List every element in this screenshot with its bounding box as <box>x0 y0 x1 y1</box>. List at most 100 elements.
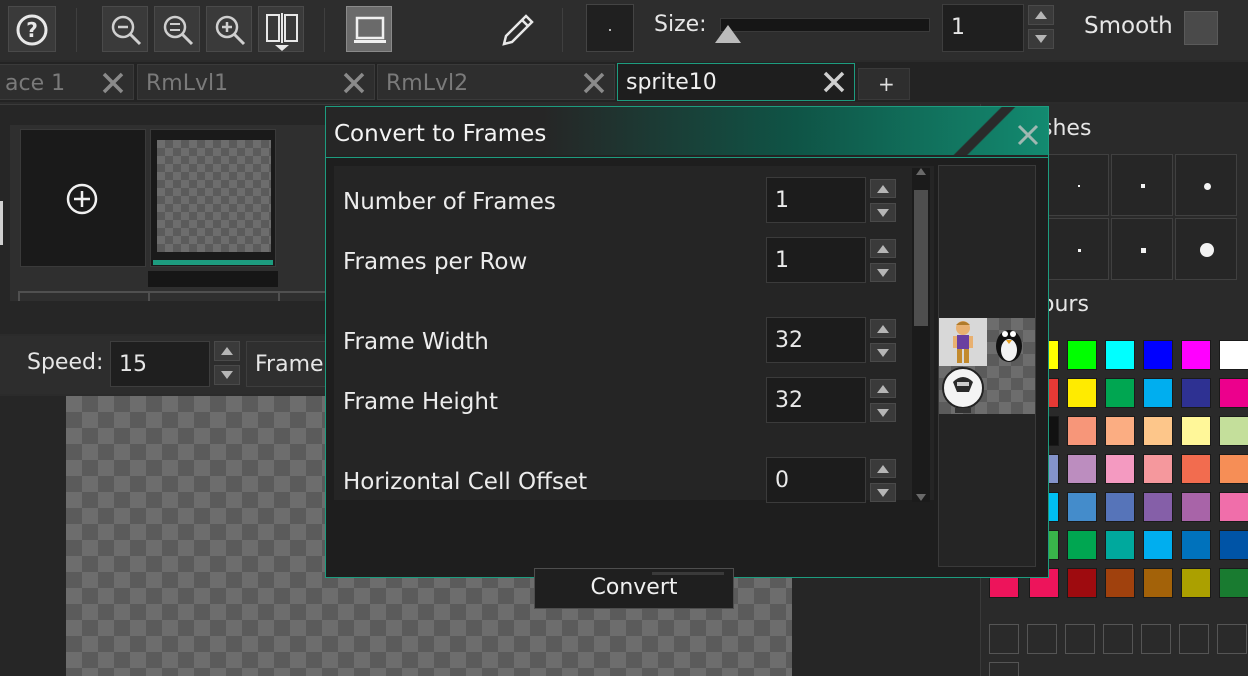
increment-button[interactable] <box>870 239 896 258</box>
colour-swatch[interactable] <box>1219 492 1248 522</box>
brush-cell[interactable] <box>1047 154 1109 216</box>
field-value-input[interactable]: 0 <box>766 457 866 503</box>
custom-colour-slot[interactable] <box>1065 624 1095 654</box>
decrement-button[interactable] <box>870 403 896 422</box>
brush-cell[interactable] <box>1111 154 1173 216</box>
colour-swatch[interactable] <box>1219 416 1248 446</box>
colour-swatch[interactable] <box>1105 378 1135 408</box>
zoom-in-button[interactable] <box>206 6 252 52</box>
custom-colour-slot[interactable] <box>1179 624 1209 654</box>
field-value-input[interactable]: 32 <box>766 377 866 423</box>
colour-swatch[interactable] <box>1143 530 1173 560</box>
custom-colour-slot[interactable] <box>989 624 1019 654</box>
colour-swatch[interactable] <box>1181 378 1211 408</box>
colour-swatch[interactable] <box>1181 340 1211 370</box>
dialog-header[interactable]: Convert to Frames <box>326 107 1048 155</box>
field-value-input[interactable]: 1 <box>766 177 866 223</box>
size-up-button[interactable] <box>1028 5 1054 25</box>
increment-button[interactable] <box>870 459 896 478</box>
add-tab-button[interactable]: + <box>858 68 910 100</box>
close-icon[interactable] <box>1016 123 1040 147</box>
increment-button[interactable] <box>870 179 896 198</box>
smooth-checkbox[interactable] <box>1184 11 1218 45</box>
tab-rmlvl2[interactable]: RmLvl2 <box>377 64 615 100</box>
colour-swatch[interactable] <box>1181 530 1211 560</box>
colour-swatch[interactable] <box>1067 492 1097 522</box>
brush-cell[interactable] <box>1175 154 1237 216</box>
increment-button[interactable] <box>870 319 896 338</box>
size-slider[interactable] <box>715 18 930 43</box>
colour-swatch[interactable] <box>1219 378 1248 408</box>
frame-scrollbar[interactable] <box>18 291 338 293</box>
tab-rmlvl1[interactable]: RmLvl1 <box>137 64 375 100</box>
colour-swatch[interactable] <box>1181 416 1211 446</box>
colour-swatch[interactable] <box>1219 568 1248 598</box>
colour-swatch[interactable] <box>1105 416 1135 446</box>
size-down-button[interactable] <box>1028 29 1054 49</box>
brush-cell[interactable] <box>1175 218 1237 280</box>
colour-swatch[interactable] <box>1105 492 1135 522</box>
colour-swatch[interactable] <box>1105 454 1135 484</box>
decrement-button[interactable] <box>870 483 896 502</box>
colour-swatch[interactable] <box>1067 568 1097 598</box>
custom-colour-slot[interactable] <box>1217 624 1247 654</box>
monitor-button[interactable] <box>346 6 392 52</box>
colour-swatch[interactable] <box>1143 492 1173 522</box>
colour-swatch[interactable] <box>1105 568 1135 598</box>
colour-swatch[interactable] <box>1143 568 1173 598</box>
colour-swatch[interactable] <box>1219 454 1248 484</box>
close-icon[interactable] <box>342 71 366 95</box>
tab-ace-1[interactable]: ace 1 <box>0 64 134 100</box>
speed-up-button[interactable] <box>214 341 240 361</box>
decrement-button[interactable] <box>870 263 896 282</box>
zoom-reset-button[interactable] <box>154 6 200 52</box>
colour-swatch[interactable] <box>1181 454 1211 484</box>
size-label: Size: <box>654 12 707 37</box>
colour-swatch[interactable] <box>1143 340 1173 370</box>
custom-colour-slot[interactable] <box>1103 624 1133 654</box>
colour-swatch[interactable] <box>1067 416 1097 446</box>
colour-swatch[interactable] <box>1219 530 1248 560</box>
speed-down-button[interactable] <box>214 365 240 385</box>
colour-swatch[interactable] <box>1067 530 1097 560</box>
brush-cell[interactable] <box>1047 218 1109 280</box>
decrement-button[interactable] <box>870 343 896 362</box>
colour-swatch[interactable] <box>1067 340 1097 370</box>
colour-swatch[interactable] <box>1105 530 1135 560</box>
brush-cell[interactable] <box>1111 218 1173 280</box>
field-scrollbar[interactable] <box>912 168 930 502</box>
help-button[interactable]: ? <box>8 6 56 52</box>
colour-swatch[interactable] <box>1219 340 1248 370</box>
colour-swatch[interactable] <box>1067 454 1097 484</box>
add-frame-button[interactable] <box>20 129 146 267</box>
resize-grip[interactable] <box>652 572 724 575</box>
colour-swatch[interactable] <box>1143 454 1173 484</box>
close-icon[interactable] <box>582 71 606 95</box>
slider-handle[interactable] <box>715 25 741 43</box>
zoom-out-button[interactable] <box>102 6 148 52</box>
colour-swatch[interactable] <box>1143 416 1173 446</box>
svg-text:?: ? <box>26 18 38 42</box>
colour-swatch[interactable] <box>1105 340 1135 370</box>
decrement-button[interactable] <box>870 203 896 222</box>
size-input[interactable]: 1 <box>942 4 1024 52</box>
close-icon[interactable] <box>101 71 125 95</box>
field-value-input[interactable]: 1 <box>766 237 866 283</box>
pencil-button[interactable] <box>498 10 538 50</box>
scrollbar-thumb[interactable] <box>914 190 928 326</box>
close-icon[interactable] <box>822 70 846 94</box>
fit-button[interactable] <box>258 6 304 52</box>
custom-colour-slot[interactable] <box>989 662 1019 676</box>
colour-swatch[interactable] <box>1143 378 1173 408</box>
custom-colour-slot[interactable] <box>1141 624 1171 654</box>
tab-sprite10[interactable]: sprite10 <box>617 63 855 101</box>
brush-preview[interactable] <box>586 4 634 52</box>
colour-swatch[interactable] <box>1181 568 1211 598</box>
frame-thumbnail[interactable] <box>150 129 276 267</box>
custom-colour-slot[interactable] <box>1027 624 1057 654</box>
field-value-input[interactable]: 32 <box>766 317 866 363</box>
speed-input[interactable]: 15 <box>110 341 210 387</box>
colour-swatch[interactable] <box>1181 492 1211 522</box>
colour-swatch[interactable] <box>1067 378 1097 408</box>
increment-button[interactable] <box>870 379 896 398</box>
